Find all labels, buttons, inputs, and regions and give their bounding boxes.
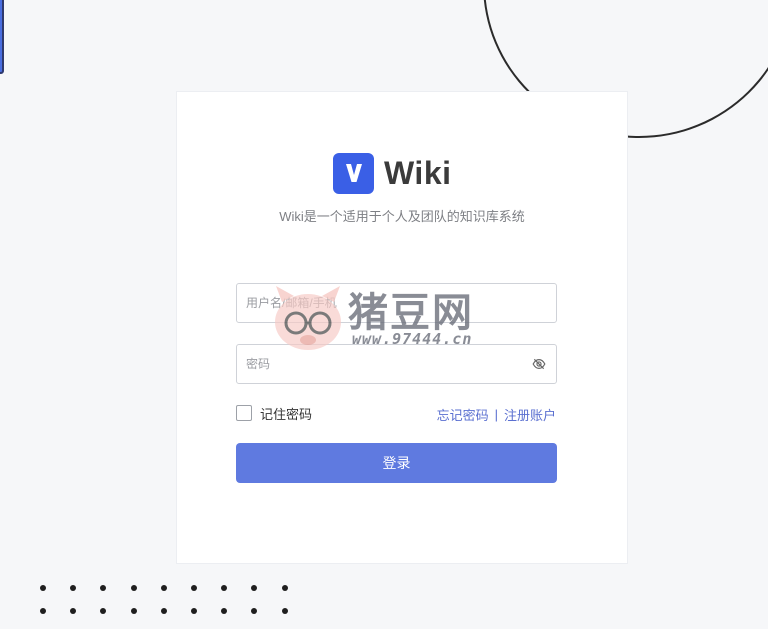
password-field[interactable] xyxy=(236,344,557,384)
remember-label: 记住密码 xyxy=(260,406,313,422)
v-logo-icon xyxy=(333,152,374,194)
link-separator: | xyxy=(494,407,498,422)
decorative-square xyxy=(0,0,4,74)
remember-password[interactable]: 记住密码 xyxy=(236,404,312,422)
register-link[interactable]: 注册账户 xyxy=(504,405,556,424)
brand-name: Wiki xyxy=(384,154,452,191)
login-card: Wiki Wiki是一个适用于个人及团队的知识库系统 记住密码 忘记密码 | 注… xyxy=(176,91,628,564)
eye-icon[interactable] xyxy=(531,356,547,372)
password-input[interactable] xyxy=(246,357,531,371)
forgot-password-link[interactable]: 忘记密码 xyxy=(437,405,489,424)
subtitle: Wiki是一个适用于个人及团队的知识库系统 xyxy=(279,209,525,224)
account-links: 忘记密码 | 注册账户 xyxy=(437,405,556,424)
login-button[interactable]: 登录 xyxy=(236,443,557,483)
brand: Wiki xyxy=(333,152,452,194)
decorative-dot-grid xyxy=(40,585,288,614)
username-field[interactable] xyxy=(236,283,557,323)
username-input[interactable] xyxy=(246,296,547,310)
remember-checkbox[interactable] xyxy=(236,405,252,421)
